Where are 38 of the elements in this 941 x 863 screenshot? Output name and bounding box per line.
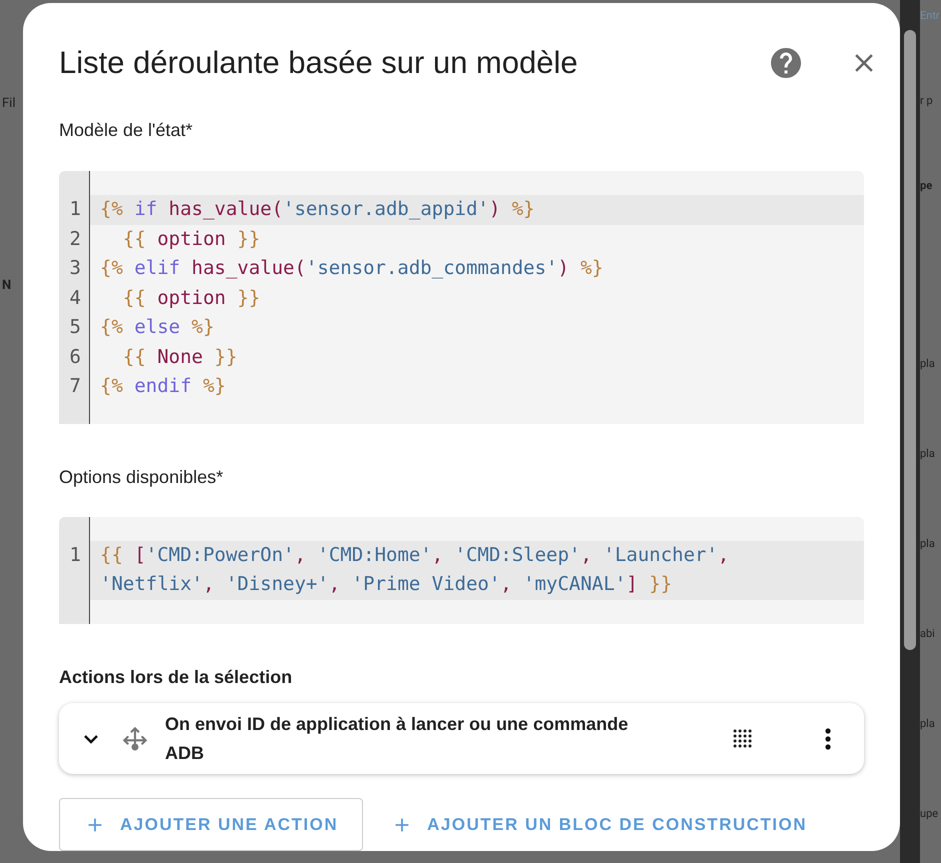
line-number: 6 — [68, 344, 82, 370]
background-text: pla — [920, 446, 935, 462]
code-line: {{ option }} — [122, 226, 262, 252]
line-number: 1 — [68, 197, 82, 222]
code-line: {% endif %} — [99, 374, 227, 399]
field-label: Modèle de l'état* — [59, 119, 194, 142]
line-number: 5 — [68, 315, 82, 340]
code-line: {{ None }} — [122, 344, 238, 370]
line-number: 7 — [68, 374, 82, 399]
more-icon — [825, 728, 831, 750]
section-heading: Actions lors de la sélection — [59, 666, 294, 690]
field-label: Options disponibles* — [59, 466, 224, 489]
code-editor[interactable]: 1 {{ ['CMD:PowerOn', 'CMD:Home', 'CMD:Sleep', 'Launcher', 'Netflix', 'Disney+', 'Prime Video', 'myCANAL'] }} — [59, 516, 864, 624]
line-number: 4 — [68, 286, 82, 310]
code-line: {{ option }} — [122, 286, 262, 310]
code-editor[interactable]: 1 2 3 4 5 6 7 {% if has_value('sensor.adb_appid') %} {{ option }} {% elif has_value('sensor.adb_commandes') %} {{ option }} {% else %} {{ None }} {% endif %} — [59, 171, 864, 424]
dialog-title: Liste déroulante basée sur un modèle — [59, 44, 579, 82]
background-text: upe — [920, 806, 938, 822]
action-title: On envoi ID de application à lancer ou une commande ADB — [165, 712, 630, 765]
scrollbar[interactable] — [900, 0, 920, 863]
background-text: Fil — [2, 95, 16, 113]
line-number: 1 — [68, 542, 82, 568]
line-number: 3 — [68, 256, 82, 281]
background-text: pla — [920, 356, 935, 372]
help-icon — [768, 45, 804, 81]
chevron-down-icon — [83, 734, 99, 744]
background-text: pe — [920, 178, 932, 194]
code-line: {% elif has_value('sensor.adb_commandes') %} — [99, 256, 604, 281]
background-text: abi — [920, 626, 935, 642]
background-text: N — [2, 277, 12, 295]
background-text: Entr — [920, 8, 940, 24]
drag-handle-icon[interactable] — [733, 729, 752, 748]
line-number: 2 — [68, 226, 82, 252]
background-text: pla — [920, 536, 935, 552]
background-text: pla — [920, 716, 935, 732]
code-line: {% else %} — [99, 315, 216, 340]
action-card[interactable]: On envoi ID de application à lancer ou une commande ADB — [59, 703, 864, 774]
background-text: r p — [920, 93, 933, 109]
